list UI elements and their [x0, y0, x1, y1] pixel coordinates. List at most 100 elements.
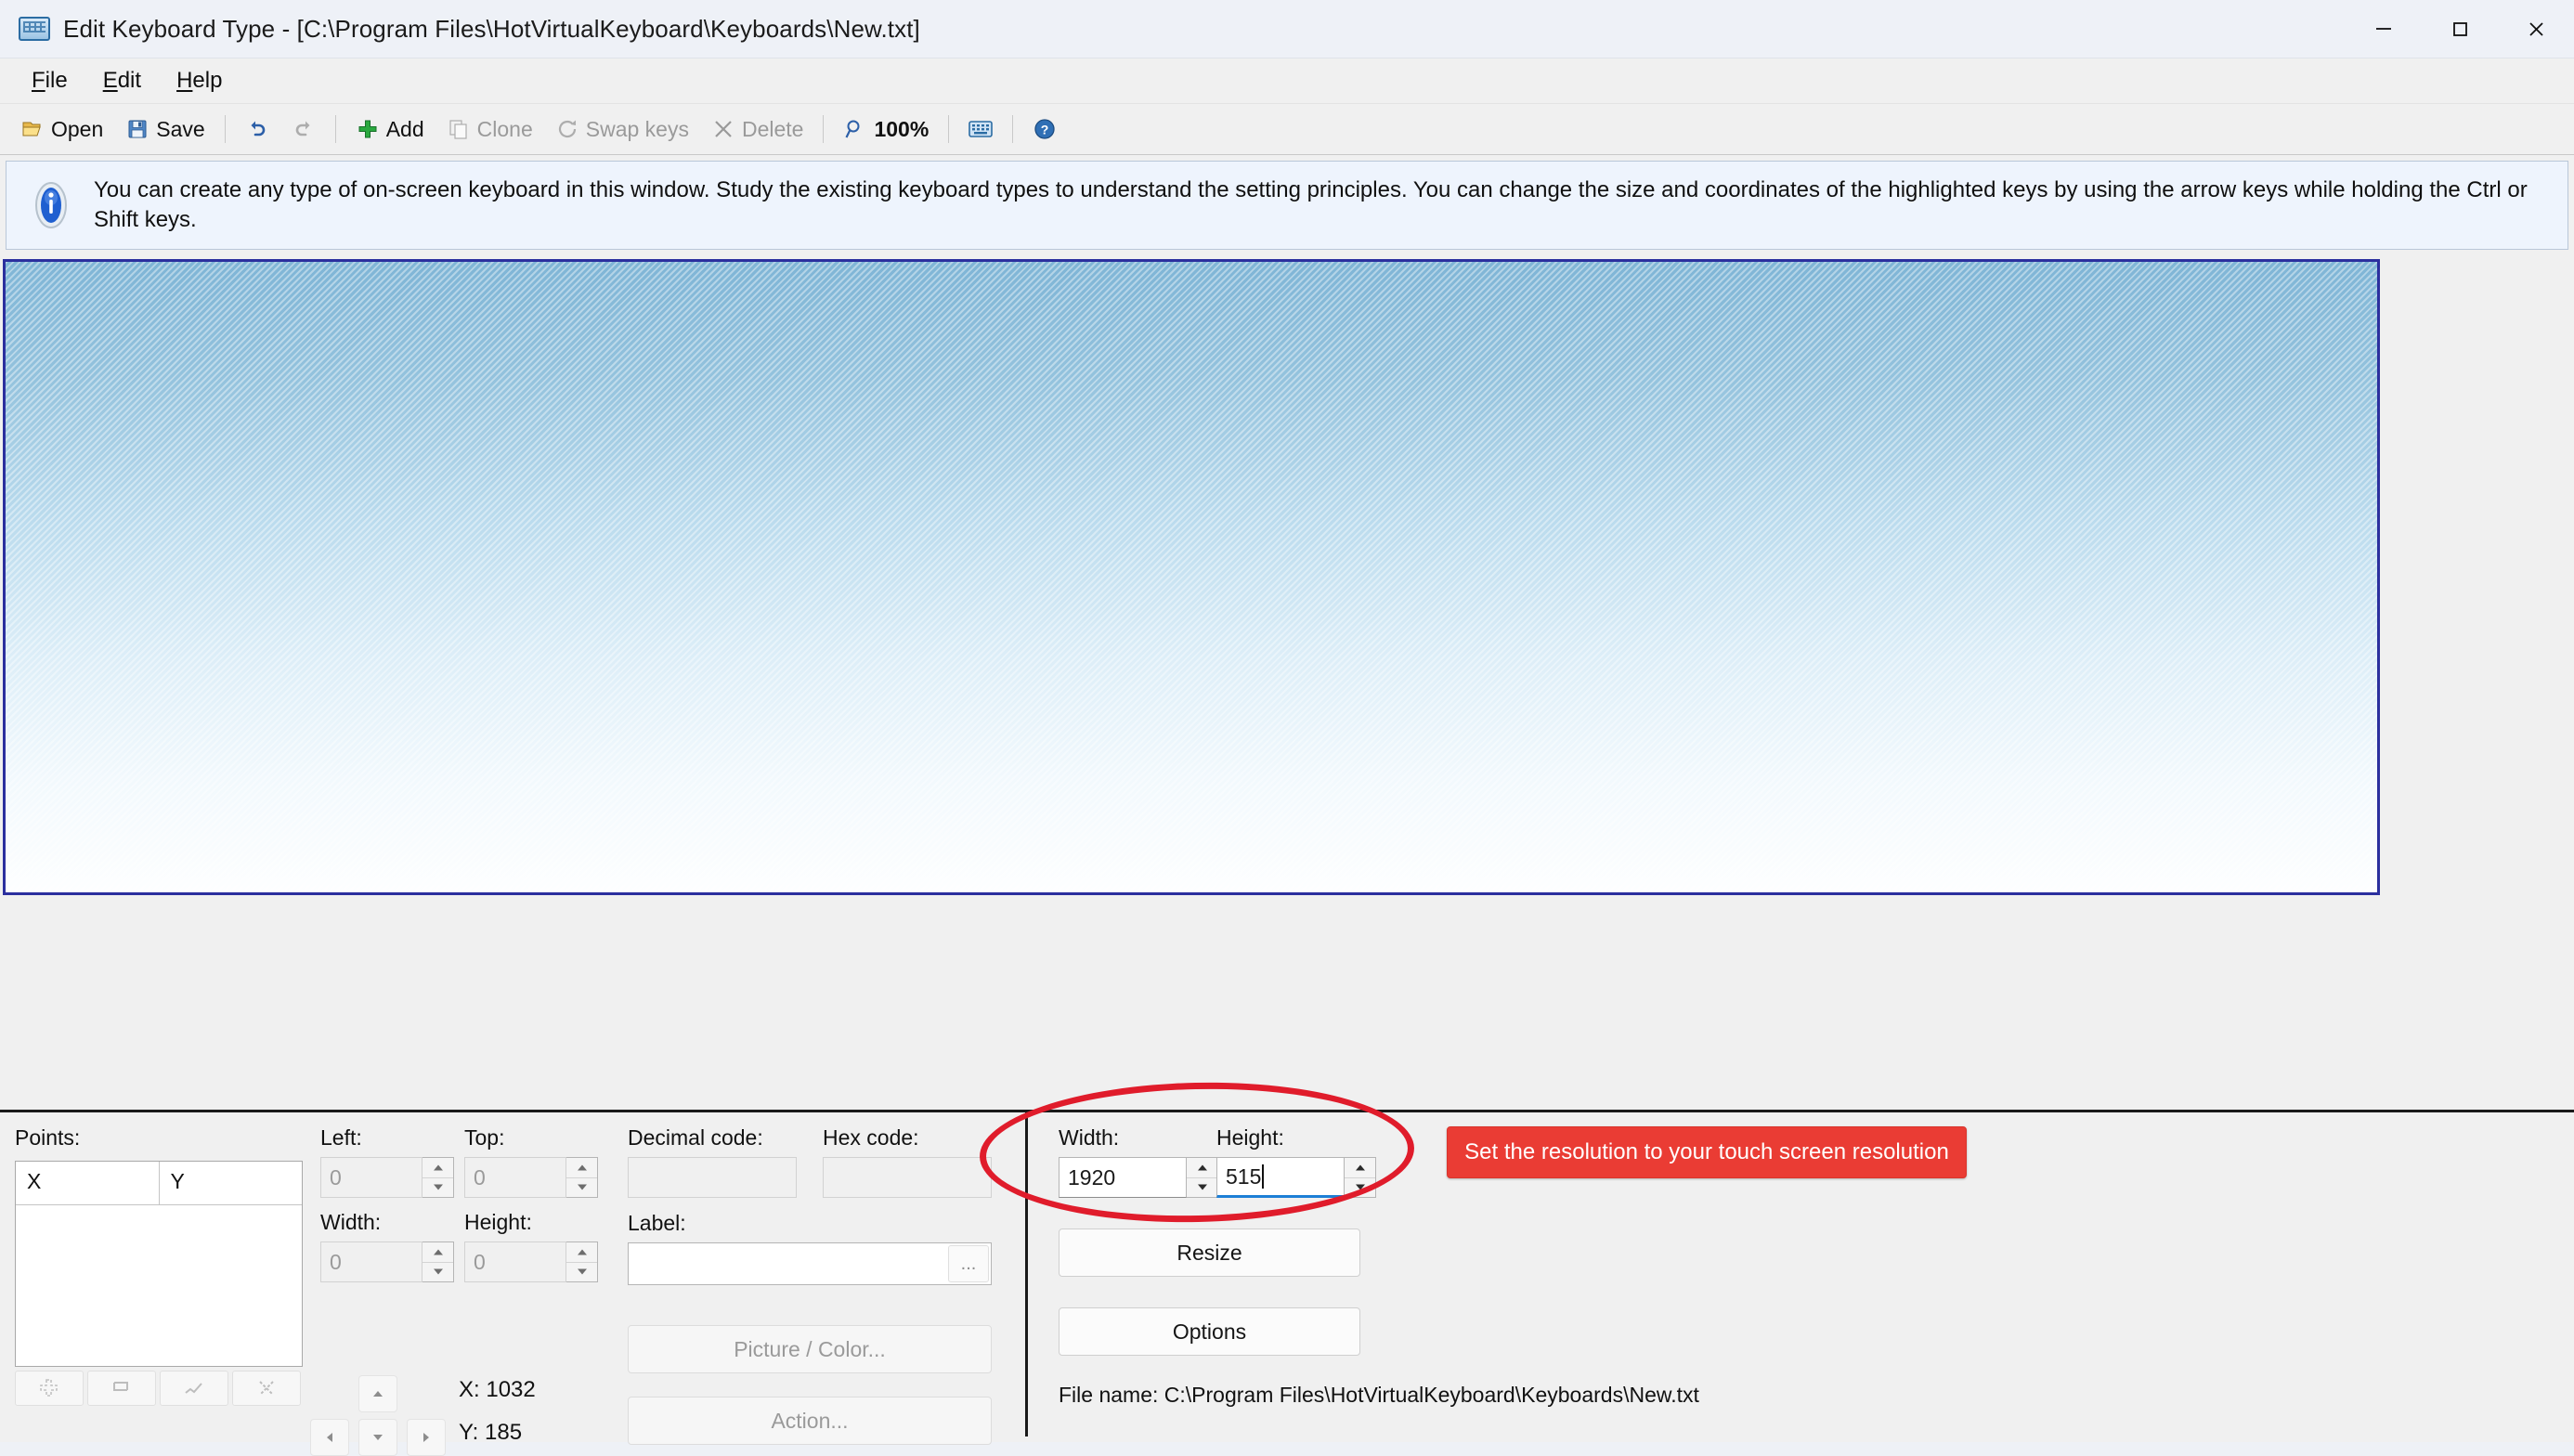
swap-icon: [555, 118, 579, 140]
toolbar-add-button[interactable]: Add: [344, 112, 436, 147]
toolbar-swap-keys-button: Swap keys: [544, 112, 700, 147]
left-field-group[interactable]: 0: [320, 1157, 454, 1198]
menu-bar: File Edit Help: [0, 58, 2574, 104]
points-list-header: X Y: [16, 1162, 302, 1205]
toolbar-keyboard-preview-button[interactable]: [957, 113, 1004, 145]
nudge-down-button[interactable]: [358, 1419, 397, 1456]
nudge-left-button[interactable]: [310, 1419, 349, 1456]
toolbar-open-button[interactable]: Open: [9, 112, 114, 147]
toolbar-zoom-button[interactable]: 100%: [832, 112, 940, 147]
nudge-right-button[interactable]: [407, 1419, 446, 1456]
toolbar-clone-label: Clone: [477, 117, 533, 142]
close-icon[interactable]: [2498, 0, 2574, 58]
toolbar-save-button[interactable]: Save: [114, 112, 215, 147]
info-bar: You can create any type of on-screen key…: [6, 161, 2568, 250]
key-height-input[interactable]: 0: [464, 1242, 566, 1282]
top-label: Top:: [464, 1125, 504, 1150]
key-height-label: Height:: [464, 1210, 532, 1235]
top-spinner-down[interactable]: [566, 1178, 597, 1198]
arrow-left-icon: [325, 1430, 334, 1445]
toolbar-separator-4: [948, 115, 949, 143]
toolbar-swap-keys-label: Swap keys: [586, 117, 689, 142]
resolution-width-field-group[interactable]: 1920: [1059, 1157, 1218, 1198]
file-name-status: File name: C:\Program Files\HotVirtualKe…: [1059, 1383, 1699, 1408]
key-height-field-group[interactable]: 0: [464, 1242, 598, 1282]
maximize-icon[interactable]: [2422, 0, 2498, 58]
menu-item-help[interactable]: Help: [162, 64, 237, 98]
toolbar-undo-button[interactable]: [234, 113, 280, 145]
resolution-width-spinner[interactable]: [1187, 1157, 1218, 1198]
edit-keyboard-type-window: Edit Keyboard Type - [C:\Program Files\H…: [0, 0, 2574, 1442]
window-controls: [2346, 0, 2574, 58]
resolution-width-spinner-up[interactable]: [1187, 1158, 1217, 1178]
hex-code-input[interactable]: [823, 1157, 992, 1198]
decimal-code-input[interactable]: [628, 1157, 797, 1198]
decimal-code-label: Decimal code:: [628, 1125, 763, 1150]
options-button[interactable]: Options: [1059, 1307, 1360, 1356]
resolution-height-input[interactable]: 515: [1216, 1157, 1345, 1198]
title-bar: Edit Keyboard Type - [C:\Program Files\H…: [0, 0, 2574, 58]
keyboard-design-canvas[interactable]: [3, 259, 2380, 895]
menu-item-edit[interactable]: Edit: [88, 64, 156, 98]
help-icon: ?: [1033, 118, 1057, 140]
toolbar-zoom-label: 100%: [874, 117, 929, 142]
left-input[interactable]: 0: [320, 1157, 422, 1198]
top-field-group[interactable]: 0: [464, 1157, 598, 1198]
keyboard-icon: [968, 118, 993, 140]
toolbar-help-button[interactable]: ?: [1021, 113, 1068, 145]
menu-item-help-rest: elp: [192, 68, 222, 93]
toolbar-redo-button: [280, 113, 327, 145]
key-label-field-group[interactable]: ...: [628, 1242, 992, 1285]
resolution-width-input[interactable]: 1920: [1059, 1157, 1187, 1198]
nudge-up-button[interactable]: [358, 1375, 397, 1412]
resolution-width-spinner-down[interactable]: [1187, 1178, 1217, 1198]
key-height-spinner-down[interactable]: [566, 1263, 597, 1282]
key-width-spinner-up[interactable]: [422, 1242, 453, 1263]
key-width-field-group[interactable]: 0: [320, 1242, 454, 1282]
toolbar-separator-1: [225, 115, 226, 143]
toolbar-clone-button: Clone: [436, 112, 544, 147]
toolbar-separator-2: [335, 115, 336, 143]
key-width-spinner-down[interactable]: [422, 1263, 453, 1282]
resolution-height-label: Height:: [1216, 1125, 1284, 1150]
menu-item-edit-rest: dit: [118, 68, 141, 93]
key-height-spinner-up[interactable]: [566, 1242, 597, 1263]
resolution-height-spinner[interactable]: [1345, 1157, 1376, 1198]
points-list[interactable]: X Y: [15, 1161, 303, 1367]
resolution-height-spinner-down[interactable]: [1345, 1178, 1375, 1198]
points-column-y: Y: [160, 1162, 303, 1204]
toolbar-save-label: Save: [156, 117, 204, 142]
info-bar-text: You can create any type of on-screen key…: [94, 176, 2547, 236]
plus-icon: [356, 118, 380, 140]
toolbar-delete-button: Delete: [700, 112, 814, 147]
toolbar-separator-5: [1012, 115, 1013, 143]
action-button: Action...: [628, 1397, 992, 1445]
left-spinner-down[interactable]: [422, 1178, 453, 1198]
resolution-height-spinner-up[interactable]: [1345, 1158, 1375, 1178]
set-resolution-callout-button[interactable]: Set the resolution to your touch screen …: [1447, 1126, 1967, 1178]
key-label-browse-button[interactable]: ...: [948, 1245, 989, 1282]
arrow-up-icon: [370, 1389, 385, 1398]
delete-point-icon: [232, 1371, 301, 1406]
rect-point-icon: [87, 1371, 156, 1406]
picture-color-button: Picture / Color...: [628, 1325, 992, 1373]
resolution-height-field-group[interactable]: 515: [1216, 1157, 1376, 1198]
add-point-icon: [15, 1371, 84, 1406]
left-spinner-up[interactable]: [422, 1158, 453, 1178]
minimize-icon[interactable]: [2346, 0, 2422, 58]
top-input[interactable]: 0: [464, 1157, 566, 1198]
points-toolbar: [15, 1371, 301, 1406]
resize-button[interactable]: Resize: [1059, 1228, 1360, 1277]
key-width-input[interactable]: 0: [320, 1242, 422, 1282]
keyboard-icon: [19, 17, 50, 41]
points-label: Points:: [15, 1125, 80, 1150]
resolution-height-value: 515: [1226, 1164, 1261, 1190]
left-spinner[interactable]: [422, 1157, 454, 1198]
key-width-spinner[interactable]: [422, 1242, 454, 1282]
key-height-spinner[interactable]: [566, 1242, 598, 1282]
title-bar-left: Edit Keyboard Type - [C:\Program Files\H…: [0, 15, 920, 44]
top-spinner[interactable]: [566, 1157, 598, 1198]
open-folder-icon: [20, 118, 45, 140]
top-spinner-up[interactable]: [566, 1158, 597, 1178]
menu-item-file[interactable]: File: [17, 64, 83, 98]
